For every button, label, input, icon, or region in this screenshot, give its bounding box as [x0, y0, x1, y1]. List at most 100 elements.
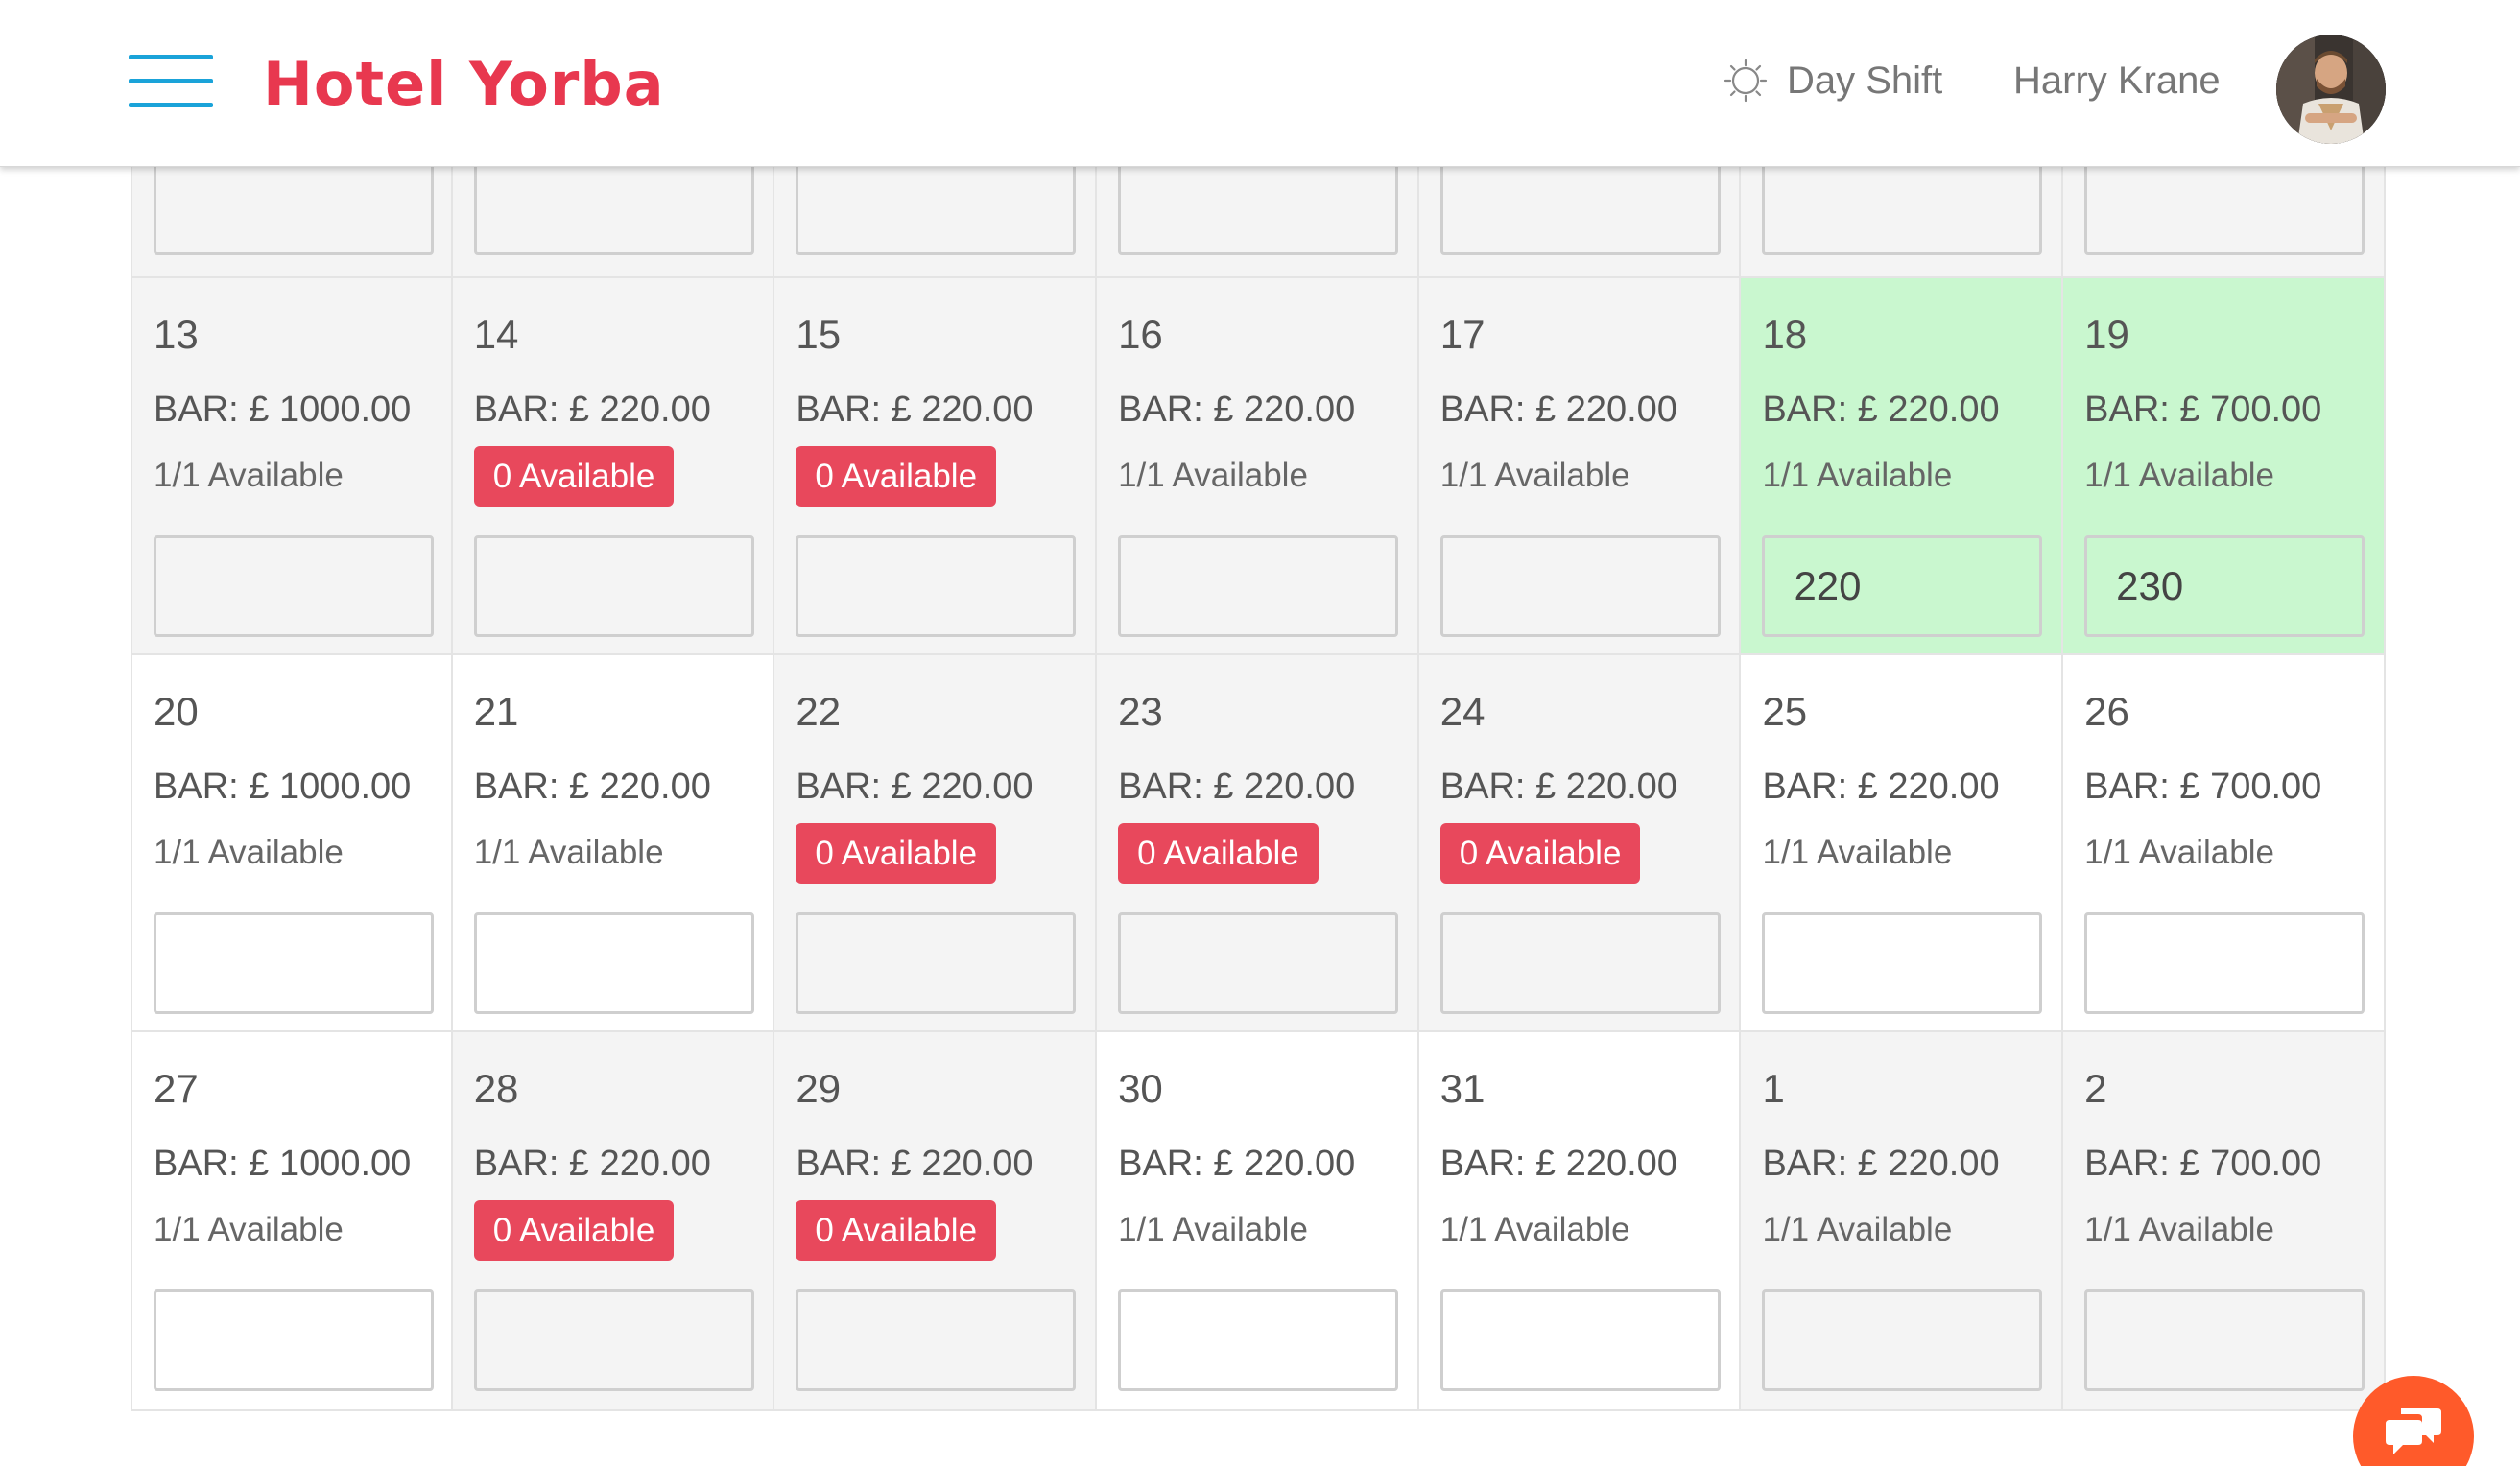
- hamburger-menu-icon[interactable]: [129, 52, 213, 109]
- day-number: 28: [473, 1066, 519, 1111]
- bar-rate: BAR: £ 220.00: [796, 1144, 1034, 1184]
- rate-override-input[interactable]: [1762, 1289, 2043, 1391]
- day-number: 30: [1118, 1066, 1163, 1111]
- calendar-day-cell[interactable]: 26 BAR: £ 700.00 1/1 Available: [2063, 655, 2386, 1030]
- day-number: 2: [2084, 1066, 2107, 1111]
- rate-override-input[interactable]: [154, 1289, 434, 1391]
- calendar-day-cell[interactable]: 27 BAR: £ 1000.00 1/1 Available: [131, 1032, 453, 1409]
- avatar-photo: [2276, 35, 2386, 144]
- calendar-day-cell[interactable]: 15 BAR: £ 220.00 0 Available: [774, 278, 1098, 653]
- bar-rate: BAR: £ 220.00: [1439, 1144, 1677, 1184]
- calendar-day-cell[interactable]: 20 BAR: £ 1000.00 1/1 Available: [131, 655, 453, 1030]
- calendar-day-cell[interactable]: 28 BAR: £ 220.00 0 Available: [452, 1032, 775, 1409]
- calendar-day-cell[interactable]: 23 BAR: £ 220.00 0 Available: [1097, 655, 1419, 1030]
- day-number: 25: [1762, 689, 1808, 734]
- availability-text: 1/1 Available: [1118, 1211, 1308, 1248]
- rate-override-input[interactable]: [1439, 1289, 1721, 1391]
- bar-rate: BAR: £ 220.00: [473, 767, 711, 807]
- availability-badge: 0 Available: [1439, 823, 1641, 884]
- bar-rate: BAR: £ 220.00: [473, 390, 711, 430]
- calendar-day-cell[interactable]: 29 BAR: £ 220.00 0 Available: [774, 1032, 1098, 1409]
- calendar-day-cell[interactable]: 2 BAR: £ 700.00 1/1 Available: [2063, 1032, 2386, 1409]
- top-navbar: Hotel Yorba Day Shift Harry Krane: [0, 0, 2520, 167]
- calendar-day-cell[interactable]: 17 BAR: £ 220.00 1/1 Available: [1418, 278, 1742, 653]
- bar-rate: BAR: £ 220.00: [796, 767, 1034, 807]
- availability-text: 1/1 Available: [154, 834, 344, 871]
- day-number: 24: [1439, 689, 1486, 734]
- day-number: 1: [1762, 1066, 1785, 1111]
- bar-rate: BAR: £ 220.00: [1762, 390, 2000, 430]
- bar-rate: BAR: £ 220.00: [1118, 767, 1356, 807]
- availability-text: 1/1 Available: [1762, 457, 1953, 494]
- bar-rate: BAR: £ 1000.00: [154, 1144, 412, 1184]
- rate-override-input[interactable]: [1118, 912, 1399, 1014]
- shift-label: Day Shift: [1787, 59, 1943, 102]
- rate-override-input[interactable]: [473, 912, 754, 1014]
- day-number: 31: [1439, 1066, 1486, 1111]
- bar-rate: BAR: £ 220.00: [1118, 390, 1356, 430]
- rate-override-input[interactable]: [1762, 912, 2043, 1014]
- availability-text: 1/1 Available: [2084, 457, 2274, 494]
- calendar-day-cell[interactable]: 25 BAR: £ 220.00 1/1 Available: [1741, 655, 2064, 1030]
- calendar-day-cell[interactable]: 14 BAR: £ 220.00 0 Available: [452, 278, 775, 653]
- sun-icon: [1724, 59, 1768, 103]
- bar-rate: BAR: £ 220.00: [1439, 767, 1677, 807]
- calendar-day-cell[interactable]: 21 BAR: £ 220.00 1/1 Available: [452, 655, 775, 1030]
- day-number: 15: [796, 312, 842, 357]
- availability-text: 1/1 Available: [1762, 1211, 1953, 1248]
- day-number: 13: [154, 312, 199, 357]
- calendar-day-cell[interactable]: 30 BAR: £ 220.00 1/1 Available: [1097, 1032, 1419, 1409]
- bar-rate: BAR: £ 220.00: [1762, 767, 2000, 807]
- availability-badge: 0 Available: [796, 823, 997, 884]
- rate-override-input[interactable]: [2084, 535, 2365, 637]
- rate-override-input[interactable]: [2084, 1289, 2365, 1391]
- bar-rate: BAR: £ 220.00: [1439, 390, 1677, 430]
- shift-toggle[interactable]: Day Shift: [1724, 50, 1942, 111]
- bar-rate: BAR: £ 220.00: [1762, 1144, 2000, 1184]
- bar-rate: BAR: £ 220.00: [1118, 1144, 1356, 1184]
- day-number: 27: [154, 1066, 199, 1111]
- calendar-week: 27 BAR: £ 1000.00 1/1 Available 28 BAR: £ 22…: [131, 1032, 2386, 1411]
- calendar-day-cell[interactable]: 16 BAR: £ 220.00 1/1 Available: [1097, 278, 1419, 653]
- rate-override-input[interactable]: [2084, 912, 2365, 1014]
- rate-override-input[interactable]: [1118, 535, 1399, 637]
- calendar-day-cell[interactable]: 18 BAR: £ 220.00 1/1 Available: [1741, 278, 2064, 653]
- rate-override-input[interactable]: [1762, 535, 2043, 637]
- rate-override-input[interactable]: [796, 912, 1077, 1014]
- bar-rate: BAR: £ 700.00: [2084, 390, 2322, 430]
- user-avatar[interactable]: [2276, 35, 2386, 144]
- calendar-day-cell[interactable]: 22 BAR: £ 220.00 0 Available: [774, 655, 1098, 1030]
- rate-override-input[interactable]: [473, 535, 754, 637]
- calendar-day-cell[interactable]: 19 BAR: £ 700.00 1/1 Available: [2063, 278, 2386, 653]
- availability-text: 1/1 Available: [1762, 834, 1953, 871]
- rate-override-input[interactable]: [154, 535, 434, 637]
- availability-badge: 0 Available: [473, 1200, 675, 1261]
- brand-logo[interactable]: Hotel Yorba: [263, 46, 665, 123]
- day-number: 16: [1118, 312, 1163, 357]
- day-number: 20: [154, 689, 199, 734]
- day-number: 26: [2084, 689, 2129, 734]
- availability-text: 1/1 Available: [1439, 457, 1630, 494]
- bar-rate: BAR: £ 220.00: [796, 390, 1034, 430]
- availability-badge: 0 Available: [473, 446, 675, 507]
- rate-override-input[interactable]: [154, 912, 434, 1014]
- calendar-day-cell[interactable]: 13 BAR: £ 1000.00 1/1 Available: [131, 278, 453, 653]
- day-number: 19: [2084, 312, 2129, 357]
- bar-rate: BAR: £ 1000.00: [154, 767, 412, 807]
- calendar-day-cell[interactable]: 24 BAR: £ 220.00 0 Available: [1418, 655, 1742, 1030]
- availability-badge: 0 Available: [1118, 823, 1319, 884]
- availability-badge: 0 Available: [796, 446, 997, 507]
- rate-override-input[interactable]: [473, 1289, 754, 1391]
- user-name[interactable]: Harry Krane: [2013, 50, 2221, 111]
- calendar-day-cell[interactable]: 31 BAR: £ 220.00 1/1 Available: [1418, 1032, 1742, 1409]
- rate-override-input[interactable]: [796, 1289, 1077, 1391]
- availability-text: 1/1 Available: [154, 1211, 344, 1248]
- rate-override-input[interactable]: [1439, 535, 1721, 637]
- availability-text: 1/1 Available: [1439, 1211, 1630, 1248]
- rate-override-input[interactable]: [796, 535, 1077, 637]
- rate-override-input[interactable]: [1439, 912, 1721, 1014]
- day-number: 29: [796, 1066, 842, 1111]
- rate-override-input[interactable]: [1118, 1289, 1399, 1391]
- calendar-day-cell[interactable]: 1 BAR: £ 220.00 1/1 Available: [1741, 1032, 2064, 1409]
- day-number: 21: [473, 689, 519, 734]
